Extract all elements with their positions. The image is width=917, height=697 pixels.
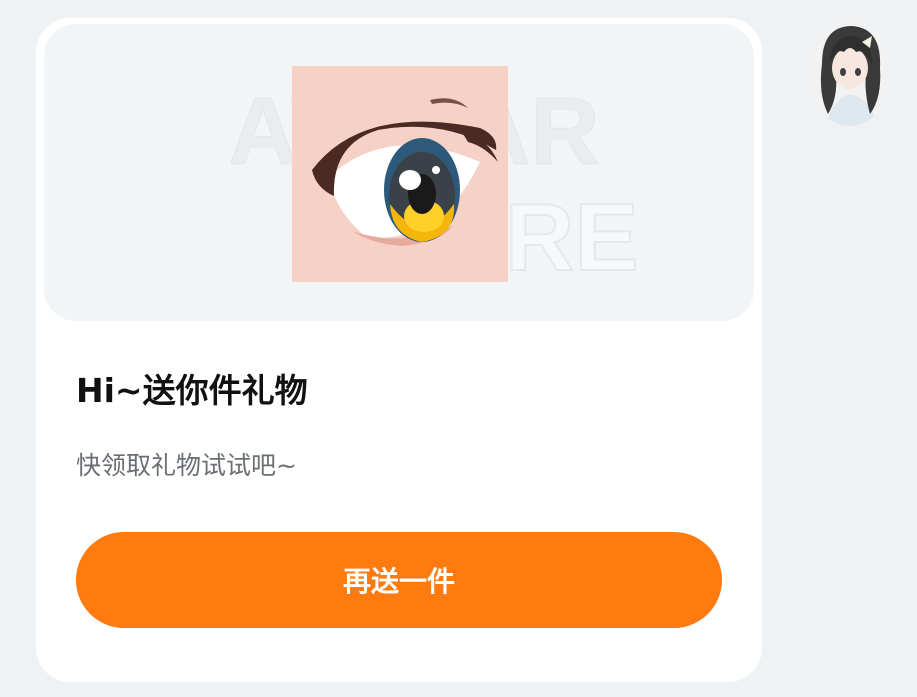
- send-again-button[interactable]: 再送一件: [76, 532, 722, 628]
- gift-subtitle: 快领取礼物试试吧~: [76, 451, 297, 480]
- gift-message-card: AVATAR STORE Hi~送你件礼物 快领取礼物试试吧: [36, 18, 762, 682]
- avatar[interactable]: [808, 18, 892, 126]
- gift-preview: AVATAR STORE: [44, 24, 754, 321]
- anime-eye-icon[interactable]: [292, 66, 508, 282]
- gift-title: Hi~送你件礼物: [76, 371, 308, 410]
